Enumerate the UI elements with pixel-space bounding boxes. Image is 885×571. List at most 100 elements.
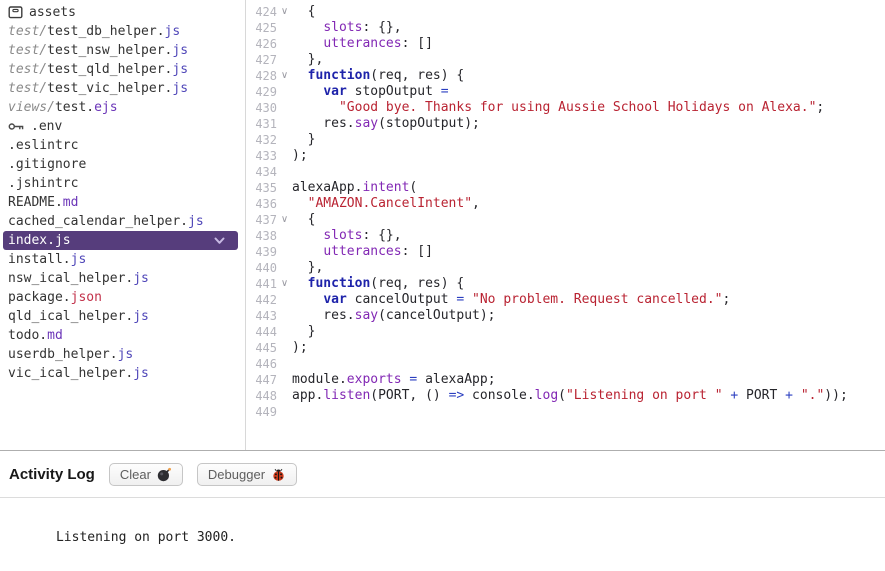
code-text: var cancelOutput = "No problem. Request … xyxy=(292,292,730,308)
fold-chevron-icon[interactable]: ∨ xyxy=(277,4,292,20)
file-item-test-test_db_helper-js[interactable]: test/test_db_helper. js xyxy=(0,22,245,41)
line-number: 424 xyxy=(255,5,277,19)
code-token: { xyxy=(292,212,316,227)
line-number: 428 xyxy=(255,69,277,83)
file-item-eslintrc[interactable]: .eslintrc xyxy=(0,136,245,155)
line-number: 429 xyxy=(255,85,277,99)
code-line-443[interactable]: 443 res.say(cancelOutput); xyxy=(246,308,885,324)
line-number: 425 xyxy=(255,21,277,35)
fold-chevron-icon[interactable]: ∨ xyxy=(277,212,292,228)
code-line-425[interactable]: 425 slots: {}, xyxy=(246,20,885,36)
code-line-437[interactable]: 437 ∨ { xyxy=(246,212,885,228)
file-item-env[interactable]: .env xyxy=(0,117,245,136)
file-item-assets[interactable]: assets xyxy=(0,3,245,22)
file-item-qld_ical_helper-js[interactable]: qld_ical_helper. js xyxy=(0,307,245,326)
line-number: 427 xyxy=(255,53,277,67)
file-item-install-js[interactable]: install. js xyxy=(0,250,245,269)
file-label-segment: vic_ical_helper. xyxy=(8,366,134,381)
code-editor[interactable]: 424 ∨ {425 slots: {}, 426 utterances: [] 42… xyxy=(246,0,885,450)
file-item-index-js[interactable]: index. js xyxy=(3,231,238,250)
code-line-426[interactable]: 426 utterances: [] xyxy=(246,36,885,52)
code-line-441[interactable]: 441 ∨ function(req, res) { xyxy=(246,276,885,292)
file-label-segment: qld_ical_helper. xyxy=(8,309,134,324)
code-line-436[interactable]: 436 "AMAZON.CancelIntent", xyxy=(246,196,885,212)
clear-button[interactable]: Clear xyxy=(108,462,183,486)
code-token: } xyxy=(292,324,316,339)
code-line-433[interactable]: 433); xyxy=(246,148,885,164)
code-token: slots xyxy=(323,20,363,35)
file-item-test-test_nsw_helper-js[interactable]: test/test_nsw_helper. js xyxy=(0,41,245,60)
code-token: ); xyxy=(292,148,308,163)
clear-button-label: Clear xyxy=(119,466,151,482)
code-text: alexaApp.intent( xyxy=(292,180,417,196)
code-token: ( xyxy=(558,388,566,403)
code-line-447[interactable]: 447 module.exports = alexaApp; xyxy=(246,372,885,388)
file-item-package-json[interactable]: package. json xyxy=(0,288,245,307)
code-token: log xyxy=(534,388,559,403)
file-item-jshintrc[interactable]: .jshintrc xyxy=(0,174,245,193)
file-label-segment: README. xyxy=(8,195,63,210)
code-line-448[interactable]: 448 app.listen(PORT, () => console.log("L… xyxy=(246,388,885,404)
code-text: "Good bye. Thanks for using Aussie Schoo… xyxy=(292,100,824,116)
code-token: }, xyxy=(292,260,324,275)
code-token: + xyxy=(730,388,739,403)
file-item-test-test_vic_helper-js[interactable]: test/test_vic_helper. js xyxy=(0,79,245,98)
code-token: }, xyxy=(292,52,324,67)
file-item-gitignore[interactable]: .gitignore xyxy=(0,155,245,174)
archive-box-icon xyxy=(8,5,24,20)
code-line-427[interactable]: 427 }, xyxy=(246,52,885,68)
code-line-428[interactable]: 428 ∨ function(req, res) { xyxy=(246,68,885,84)
file-item-vic_ical_helper-js[interactable]: vic_ical_helper. js xyxy=(0,364,245,383)
file-label-segment: test_nsw_helper. xyxy=(47,43,173,58)
code-line-432[interactable]: 432 } xyxy=(246,132,885,148)
code-text: app.listen(PORT, () => console.log("List… xyxy=(292,388,848,404)
file-label-segment: test_qld_helper. xyxy=(47,62,173,77)
code-line-434[interactable]: 434 xyxy=(246,164,885,180)
file-label-segment: index. xyxy=(8,233,55,248)
file-item-readme-md[interactable]: README. md xyxy=(0,193,245,212)
code-line-449[interactable]: 449 xyxy=(246,404,885,420)
code-line-439[interactable]: 439 utterances: [] xyxy=(246,244,885,260)
file-item-todo-md[interactable]: todo. md xyxy=(0,326,245,345)
code-line-429[interactable]: 429 var stopOutput = xyxy=(246,84,885,100)
code-line-446[interactable]: 446 xyxy=(246,356,885,372)
code-line-442[interactable]: 442 var cancelOutput = "No problem. Requ… xyxy=(246,292,885,308)
code-line-445[interactable]: 445); xyxy=(246,340,885,356)
file-item-nsw_ical_helper-js[interactable]: nsw_ical_helper. js xyxy=(0,269,245,288)
file-label-segment: test. xyxy=(54,100,95,115)
code-line-430[interactable]: 430 "Good bye. Thanks for using Aussie S… xyxy=(246,100,885,116)
code-line-440[interactable]: 440 }, xyxy=(246,260,885,276)
file-label-segment: .jshintrc xyxy=(8,176,79,191)
code-token: ; xyxy=(722,292,731,307)
code-token: "Listening on port " xyxy=(565,388,723,403)
code-line-444[interactable]: 444 } xyxy=(246,324,885,340)
file-item-userdb_helper-js[interactable]: userdb_helper. js xyxy=(0,345,245,364)
code-line-438[interactable]: 438 slots: {}, xyxy=(246,228,885,244)
debugger-button[interactable]: Debugger xyxy=(196,462,298,486)
fold-chevron-icon[interactable]: ∨ xyxy=(277,68,292,84)
file-item-cached_calendar_helper-js[interactable]: cached_calendar_helper. js xyxy=(0,212,245,231)
code-line-435[interactable]: 435 alexaApp.intent( xyxy=(246,180,885,196)
file-item-test-test_qld_helper-js[interactable]: test/test_qld_helper. js xyxy=(0,60,245,79)
code-line-431[interactable]: 431 res.say(stopOutput); xyxy=(246,116,885,132)
chevron-down-icon[interactable] xyxy=(214,237,225,245)
fold-chevron-icon[interactable]: ∨ xyxy=(277,276,292,292)
file-label-segment: test_db_helper. xyxy=(47,24,165,39)
code-text: ); xyxy=(292,340,308,356)
code-token: "Good bye. Thanks for using Aussie Schoo… xyxy=(338,100,817,115)
code-line-424[interactable]: 424 ∨ { xyxy=(246,4,885,20)
file-item-views-test-ejs[interactable]: views/test. ejs xyxy=(0,98,245,117)
